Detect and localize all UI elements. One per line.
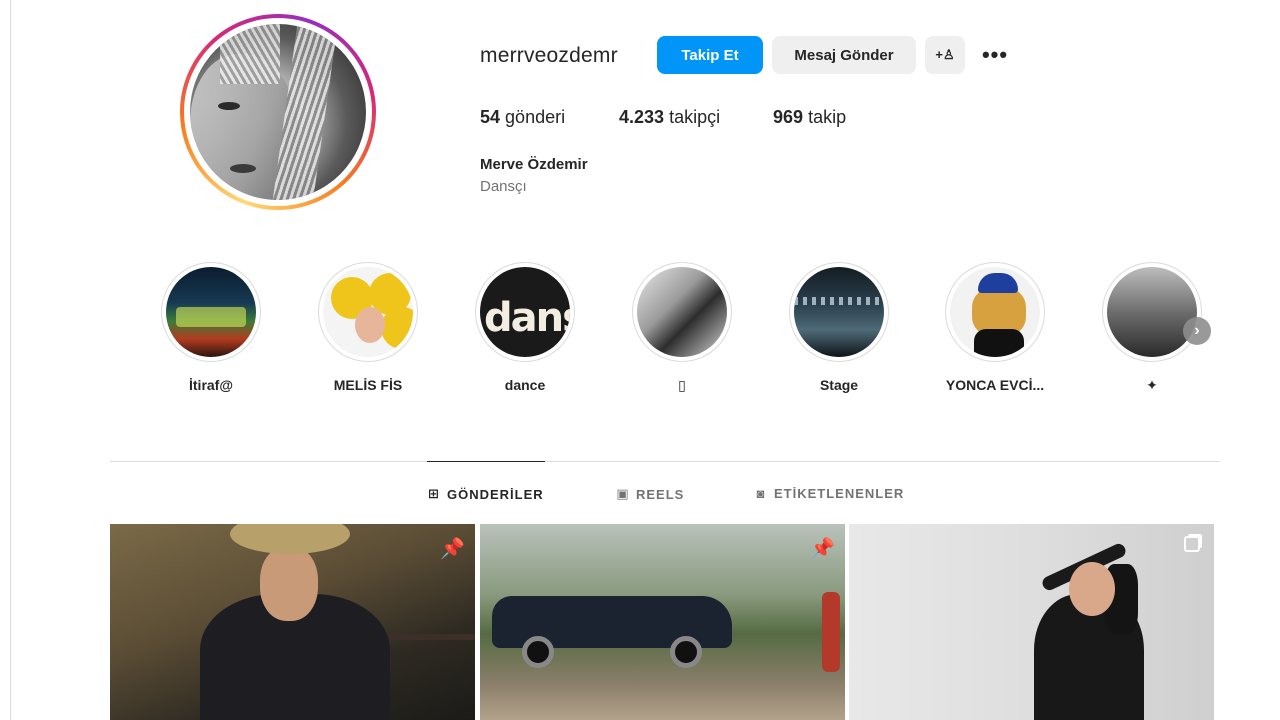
highlight-label: ✦ xyxy=(1146,377,1158,393)
tagged-user-icon: ◙ xyxy=(756,486,766,501)
highlight-cover xyxy=(166,267,256,357)
tab-reels[interactable]: ▣ REELS xyxy=(616,486,684,502)
post-thumbnail[interactable]: 📌 xyxy=(110,524,475,720)
highlight-cover xyxy=(637,267,727,357)
reels-icon: ▣ xyxy=(616,486,630,501)
story-highlight[interactable]: YONCA EVCİ... xyxy=(945,262,1045,393)
highlight-label: ▯ xyxy=(678,377,686,393)
highlight-cover xyxy=(323,267,413,357)
highlight-label: MELİS FİS xyxy=(333,377,403,393)
tabs-divider xyxy=(110,461,1220,462)
grid-icon: ⊞ xyxy=(428,486,440,501)
story-highlight[interactable]: ✦ xyxy=(1102,262,1202,393)
add-user-icon: +♙ xyxy=(935,47,955,62)
story-highlight[interactable]: Stage xyxy=(789,262,889,393)
highlight-label: dance xyxy=(504,377,546,393)
highlight-cover: dans xyxy=(480,267,570,357)
chevron-right-icon: › xyxy=(1194,322,1200,339)
tab-posts[interactable]: ⊞ GÖNDERİLER xyxy=(427,486,544,502)
suggested-users-button[interactable]: +♙ xyxy=(925,36,965,74)
active-tab-indicator xyxy=(427,461,545,462)
following-link[interactable]: 969 takip xyxy=(773,107,846,128)
story-highlight[interactable]: ▯ xyxy=(632,262,732,393)
page-left-border xyxy=(10,0,11,720)
more-options-button[interactable]: ••• xyxy=(978,40,1012,70)
multiple-posts-icon xyxy=(1184,536,1200,552)
follow-button[interactable]: Takip Et xyxy=(657,36,763,74)
posts-count: 54 gönderi xyxy=(480,107,566,127)
post-thumbnail[interactable] xyxy=(849,524,1214,720)
profile-full-name: Merve Özdemir xyxy=(480,156,588,173)
pin-icon: 📌 xyxy=(810,538,835,560)
profile-avatar[interactable] xyxy=(180,14,376,210)
tab-tagged[interactable]: ◙ ETİKETLENENLER xyxy=(754,486,904,501)
highlight-label: YONCA EVCİ... xyxy=(945,377,1045,393)
post-thumbnail[interactable]: 📌 xyxy=(480,524,845,720)
highlight-cover xyxy=(794,267,884,357)
pin-icon: 📌 xyxy=(440,538,465,560)
more-icon: ••• xyxy=(981,42,1009,67)
highlight-label: Stage xyxy=(819,377,859,393)
story-highlight[interactable]: MELİS FİS xyxy=(318,262,418,393)
highlight-cover xyxy=(950,267,1040,357)
story-highlight[interactable]: dans dance xyxy=(475,262,575,393)
highlight-cover xyxy=(1107,267,1197,357)
send-message-button[interactable]: Mesaj Gönder xyxy=(772,36,916,74)
profile-username: merrveozdemr xyxy=(480,44,618,67)
profile-category: Dansçı xyxy=(480,178,527,195)
highlights-next-button[interactable]: › xyxy=(1183,317,1211,345)
story-highlight[interactable]: İtiraf@ xyxy=(161,262,261,393)
highlight-label: İtiraf@ xyxy=(189,377,233,393)
followers-link[interactable]: 4.233 takipçi xyxy=(619,107,720,128)
